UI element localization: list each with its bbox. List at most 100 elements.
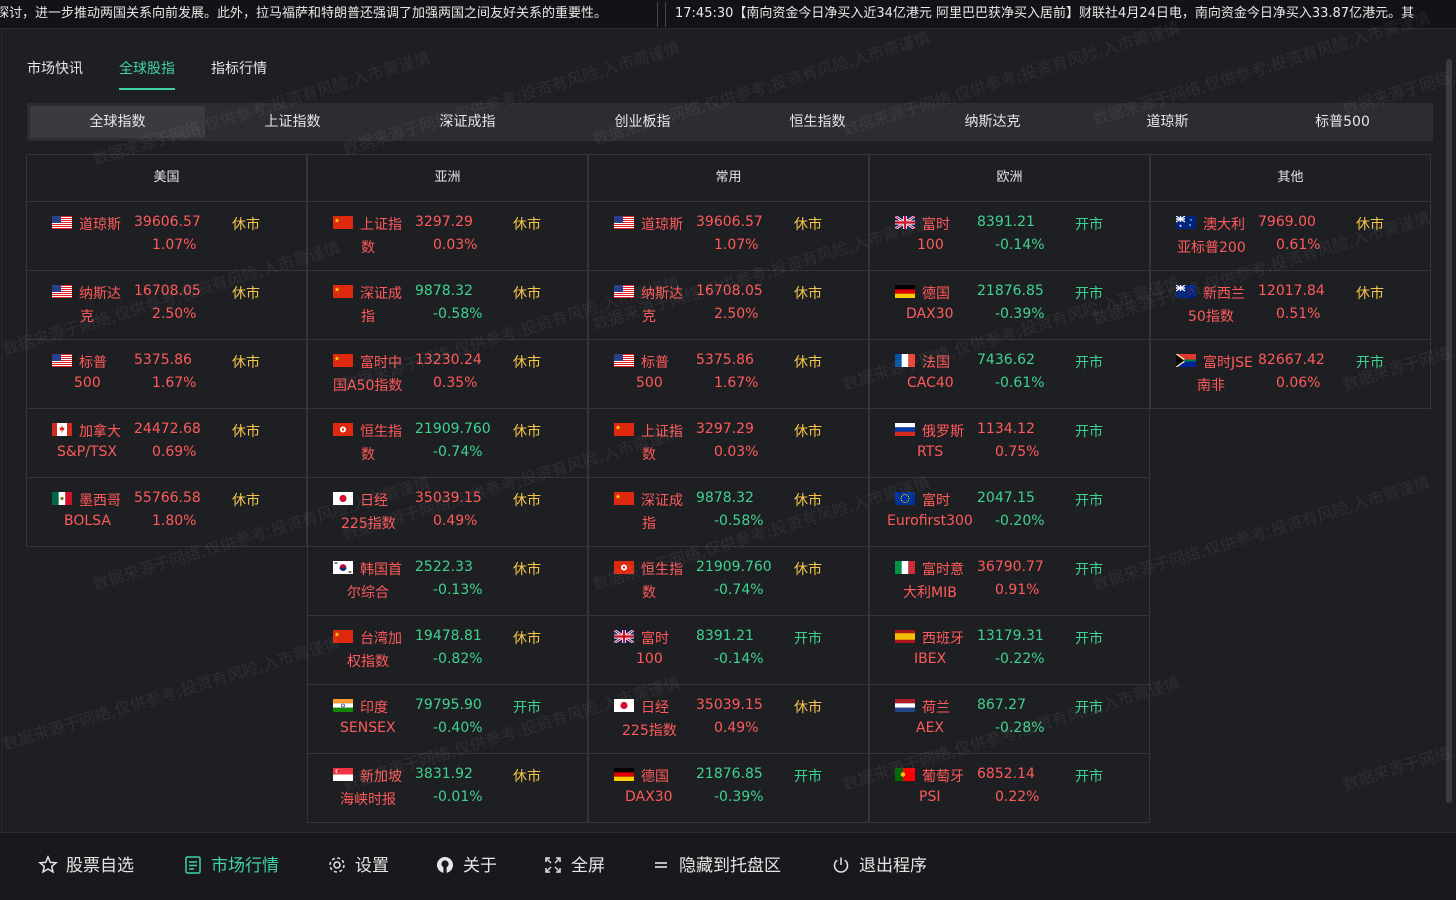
- index-change: -0.14%: [995, 237, 1045, 253]
- market-status: 休市: [513, 424, 541, 440]
- power-icon: [833, 857, 849, 873]
- index-change: 0.06%: [1276, 375, 1321, 391]
- tab-global-indices[interactable]: 全球股指: [119, 58, 175, 78]
- market-status: 开市: [513, 700, 541, 716]
- index-name-line2: 100: [636, 651, 663, 667]
- scrollbar[interactable]: [1446, 59, 1452, 803]
- column-header: 亚洲: [308, 155, 587, 202]
- index-name-line2: 100: [917, 237, 944, 253]
- index-row[interactable]: 富时意 大利MIB 36790.77 0.91% 开市: [870, 547, 1149, 616]
- index-row[interactable]: 富时 100 8391.21 -0.14% 开市: [870, 202, 1149, 271]
- index-row[interactable]: 富时JSE 南非 82667.42 0.06% 开市: [1151, 340, 1430, 409]
- index-name: 深证成: [641, 493, 683, 509]
- index-row[interactable]: 韩国首 尔综合 2522.33 -0.13% 休市: [308, 547, 587, 616]
- index-name: 墨西哥: [79, 493, 121, 509]
- index-name: 日经: [641, 700, 669, 716]
- index-column: 其他 澳大利 亚标普200 7969.00 0.61% 休市 新西兰 50指数 12017.84…: [1150, 154, 1431, 409]
- fullscreen-button[interactable]: 全屏: [543, 853, 605, 879]
- index-column: 欧洲 富时 100 8391.21 -0.14% 开市 德国 DAX30 21876.85 -0.…: [869, 154, 1150, 823]
- subtab-nasdaq[interactable]: 纳斯达克: [905, 106, 1080, 138]
- index-row[interactable]: 深证成指 9878.32 -0.58% 休市: [308, 271, 587, 340]
- exit-button[interactable]: 退出程序: [831, 853, 927, 879]
- settings-button[interactable]: 设置: [327, 853, 389, 879]
- index-name-line2: 亚标普200: [1177, 240, 1246, 256]
- index-row[interactable]: 富时 100 8391.21 -0.14% 开市: [589, 616, 868, 685]
- flag-cn-icon: [614, 492, 634, 505]
- index-change: 0.69%: [152, 444, 197, 460]
- index-row[interactable]: 西班牙 IBEX 13179.31 -0.22% 开市: [870, 616, 1149, 685]
- market-status: 开市: [1075, 700, 1103, 716]
- index-column: 亚洲 上证指数 3297.29 0.03% 休市 深证成指 9878.32 -0.58% 休市富…: [307, 154, 588, 823]
- index-change: -0.58%: [714, 513, 764, 529]
- subtab-global-index[interactable]: 全球指数: [30, 106, 205, 138]
- index-name: 德国: [922, 286, 950, 302]
- index-row[interactable]: 澳大利 亚标普200 7969.00 0.61% 休市: [1151, 202, 1430, 271]
- subtab-shenzhen[interactable]: 深证成指: [380, 106, 555, 138]
- index-row[interactable]: 恒生指数 21909.760 -0.74% 休市: [589, 547, 868, 616]
- index-row[interactable]: 日经 225指数 35039.15 0.49% 休市: [308, 478, 587, 547]
- index-row[interactable]: 德国 DAX30 21876.85 -0.39% 开市: [589, 754, 868, 823]
- index-value: 24472.68: [134, 421, 201, 437]
- index-row[interactable]: 新加坡 海峡时报 3831.92 -0.01% 休市: [308, 754, 587, 823]
- index-row[interactable]: 台湾加 权指数 19478.81 -0.82% 休市: [308, 616, 587, 685]
- index-row[interactable]: 纳斯达克 16708.05 2.50% 休市: [589, 271, 868, 340]
- index-row[interactable]: 富时 Eurofirst300 2047.15 -0.20% 开市: [870, 478, 1149, 547]
- flag-ru-icon: [895, 423, 915, 436]
- index-value: 39606.57: [696, 214, 763, 230]
- subtab-shanghai[interactable]: 上证指数: [205, 106, 380, 138]
- index-value: 55766.58: [134, 490, 201, 506]
- index-name: 富时JSE: [1203, 355, 1253, 371]
- index-change: -0.61%: [995, 375, 1045, 391]
- index-value: 12017.84: [1258, 283, 1325, 299]
- watchlist-button[interactable]: 股票自选: [38, 853, 134, 879]
- index-change: 1.07%: [714, 237, 759, 253]
- subtab-sp500[interactable]: 标普500: [1255, 106, 1430, 138]
- index-change: 0.51%: [1276, 306, 1321, 322]
- index-row[interactable]: 富时中 国A50指数 13230.24 0.35% 休市: [308, 340, 587, 409]
- column-header: 常用: [589, 155, 868, 202]
- index-row[interactable]: 道琼斯 39606.57 1.07% 休市: [27, 202, 306, 271]
- market-button[interactable]: 市场行情: [183, 853, 279, 879]
- index-row[interactable]: 恒生指数 21909.760 -0.74% 休市: [308, 409, 587, 478]
- index-name-line2: 南非: [1197, 378, 1225, 394]
- subtab-chinext[interactable]: 创业板指: [555, 106, 730, 138]
- index-value: 3297.29: [415, 214, 473, 230]
- index-name: 富时: [922, 493, 950, 509]
- tab-indicator-quotes[interactable]: 指标行情: [211, 58, 267, 78]
- watchlist-label: 股票自选: [66, 856, 134, 876]
- subtab-dow-jones[interactable]: 道琼斯: [1080, 106, 1255, 138]
- index-row[interactable]: 加拿大 S&P/TSX 24472.68 0.69% 休市: [27, 409, 306, 478]
- index-row[interactable]: 荷兰 AEX 867.27 -0.28% 开市: [870, 685, 1149, 754]
- index-row[interactable]: 德国 DAX30 21876.85 -0.39% 开市: [870, 271, 1149, 340]
- index-name-line2: 指: [361, 309, 375, 325]
- index-value: 8391.21: [696, 628, 754, 644]
- index-row[interactable]: 日经 225指数 35039.15 0.49% 休市: [589, 685, 868, 754]
- flag-sg-icon: [333, 768, 353, 781]
- tab-market-news[interactable]: 市场快讯: [27, 58, 83, 78]
- flag-hk-icon: [614, 561, 634, 574]
- hide-to-tray-button[interactable]: 隐藏到托盘区: [651, 853, 781, 879]
- market-status: 开市: [1075, 355, 1103, 371]
- index-row[interactable]: 纳斯达克 16708.05 2.50% 休市: [27, 271, 306, 340]
- index-row[interactable]: 葡萄牙 PSI 6852.14 0.22% 开市: [870, 754, 1149, 823]
- index-row[interactable]: 墨西哥 BOLSA 55766.58 1.80% 休市: [27, 478, 306, 547]
- index-row[interactable]: 深证成指 9878.32 -0.58% 休市: [589, 478, 868, 547]
- market-label: 市场行情: [211, 856, 279, 876]
- market-status: 开市: [1075, 286, 1103, 302]
- index-name-line2: 数: [642, 585, 656, 601]
- about-button[interactable]: 关于: [435, 853, 497, 879]
- index-row[interactable]: 印度 SENSEX 79795.90 -0.40% 开市: [308, 685, 587, 754]
- market-status: 开市: [1075, 562, 1103, 578]
- index-row[interactable]: 标普 500 5375.86 1.67% 休市: [589, 340, 868, 409]
- index-row[interactable]: 法国 CAC40 7436.62 -0.61% 开市: [870, 340, 1149, 409]
- index-row[interactable]: 道琼斯 39606.57 1.07% 休市: [589, 202, 868, 271]
- index-row[interactable]: 标普 500 5375.86 1.67% 休市: [27, 340, 306, 409]
- index-name-line2: DAX30: [906, 306, 954, 322]
- index-row[interactable]: 上证指数 3297.29 0.03% 休市: [589, 409, 868, 478]
- index-change: -0.14%: [714, 651, 764, 667]
- index-row[interactable]: 俄罗斯 RTS 1134.12 0.75% 开市: [870, 409, 1149, 478]
- index-name: 上证指: [641, 424, 683, 440]
- index-row[interactable]: 新西兰 50指数 12017.84 0.51% 休市: [1151, 271, 1430, 340]
- subtab-hang-seng[interactable]: 恒生指数: [730, 106, 905, 138]
- index-row[interactable]: 上证指数 3297.29 0.03% 休市: [308, 202, 587, 271]
